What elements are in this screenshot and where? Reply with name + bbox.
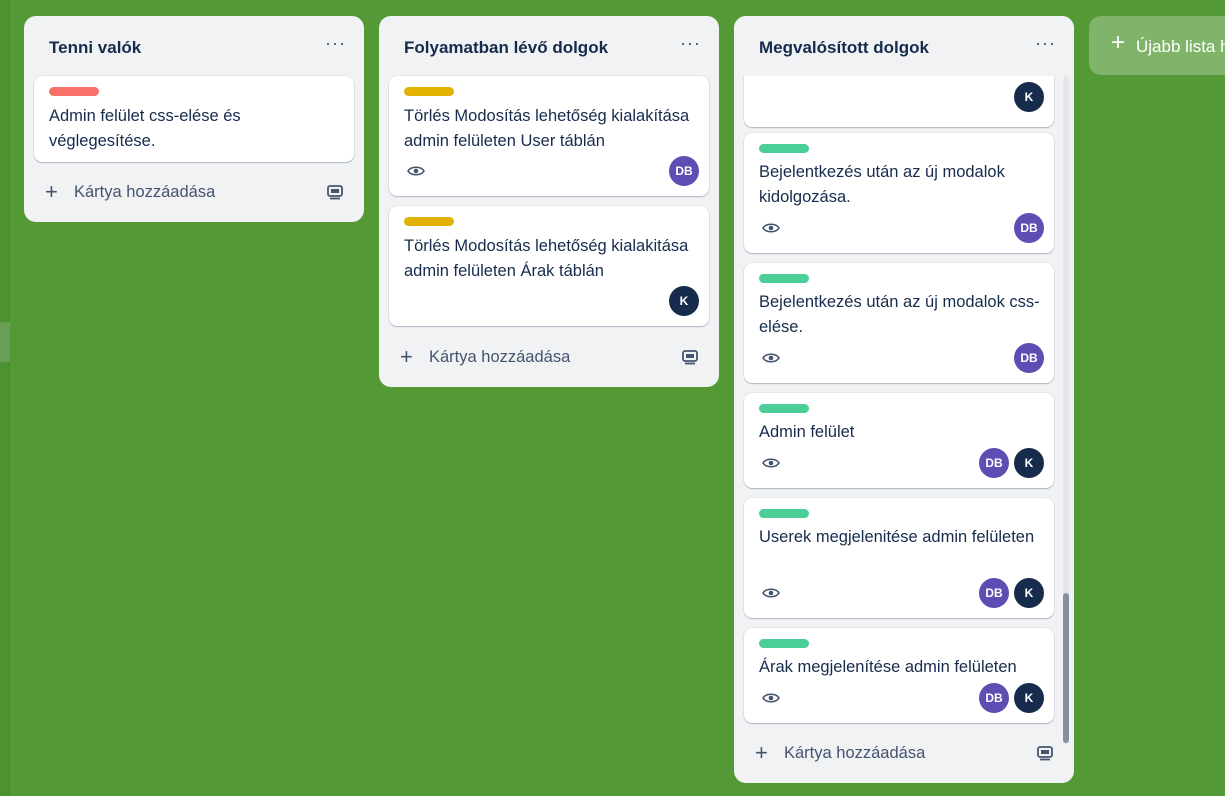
sidebar-handle[interactable] (0, 322, 10, 362)
divider (9, 0, 10, 796)
card-title: Bejelentkezés után az új modalok css-elé… (759, 293, 1040, 336)
avatar[interactable]: K (1014, 683, 1044, 713)
add-list-label: Újabb lista h (1136, 37, 1225, 56)
list-header[interactable]: Tenni valók ··· (24, 16, 364, 76)
board-left-edge (0, 0, 10, 796)
eye-icon (762, 588, 780, 598)
plus-icon: + (45, 179, 58, 204)
avatar[interactable]: K (669, 286, 699, 316)
card-template-icon[interactable] (326, 183, 344, 200)
avatar[interactable]: K (1014, 82, 1044, 112)
card[interactable]: Admin felület css-elése és véglegesítése… (34, 76, 354, 162)
plus-icon: + (1111, 29, 1126, 56)
plus-icon: + (755, 740, 768, 765)
avatar[interactable]: K (1014, 448, 1044, 478)
card-title: Árak megjelenítése admin felületen (759, 658, 1017, 676)
eye-icon (762, 353, 780, 363)
card[interactable]: Árak megjelenítése admin felületen DB K (744, 628, 1054, 723)
list-tenni-valok: Tenni valók ··· Admin felület css-elése … (24, 16, 364, 222)
card-title: Admin felület (759, 423, 855, 441)
plus-icon: + (400, 344, 413, 369)
eye-icon (762, 693, 780, 703)
list-megvalositott: Megvalósított dolgok ··· K Bejelentkezés… (734, 16, 1074, 783)
eye-icon (762, 223, 780, 233)
more-dots-icon[interactable]: ··· (325, 34, 346, 52)
card[interactable]: Törlés Modosítás lehetőség kialakítása a… (389, 76, 709, 196)
add-card-label: Kártya hozzáadása (74, 183, 216, 201)
card[interactable]: Admin felület DB K (744, 393, 1054, 488)
avatar[interactable]: DB (979, 578, 1009, 608)
add-card-button[interactable]: + Kártya hozzáadása (734, 737, 1074, 773)
card-label-yellow[interactable] (404, 87, 454, 96)
avatar[interactable]: DB (979, 448, 1009, 478)
list-header[interactable]: Megvalósított dolgok ··· (734, 16, 1074, 76)
card-label-green[interactable] (759, 274, 809, 283)
card-label-green[interactable] (759, 509, 809, 518)
card[interactable]: Törlés Modosítás lehetőség kialakitása a… (389, 206, 709, 326)
card[interactable]: Userek megjelenitése admin felületen DB … (744, 498, 1054, 618)
more-dots-icon[interactable]: ··· (1035, 34, 1056, 52)
card-label-green[interactable] (759, 404, 809, 413)
more-dots-icon[interactable]: ··· (680, 34, 701, 52)
card-label-green[interactable] (759, 639, 809, 648)
list-title[interactable]: Folyamatban lévő dolgok (404, 38, 608, 58)
list-header[interactable]: Folyamatban lévő dolgok ··· (379, 16, 719, 76)
add-card-button[interactable]: + Kártya hozzáadása (379, 341, 719, 377)
list-folyamatban: Folyamatban lévő dolgok ··· Törlés Modos… (379, 16, 719, 387)
list-title[interactable]: Megvalósított dolgok (759, 38, 929, 58)
add-card-label: Kártya hozzáadása (784, 744, 926, 762)
scrollbar-thumb[interactable] (1063, 593, 1069, 743)
card-title: Admin felület css-elése és véglegesítése… (49, 107, 241, 150)
add-card-button[interactable]: + Kártya hozzáadása (24, 176, 364, 212)
avatar[interactable]: DB (979, 683, 1009, 713)
avatar[interactable]: DB (669, 156, 699, 186)
card-title: Törlés Modosítás lehetőség kialakítása a… (404, 107, 690, 150)
card-label-red[interactable] (49, 87, 99, 96)
add-list-button[interactable]: + Újabb lista h (1089, 16, 1225, 75)
card-label-green[interactable] (759, 144, 809, 153)
card-label-yellow[interactable] (404, 217, 454, 226)
avatar[interactable]: K (1014, 578, 1044, 608)
card-title: Userek megjelenitése admin felületen (759, 528, 1035, 546)
eye-icon (407, 166, 425, 176)
add-card-label: Kártya hozzáadása (429, 348, 571, 366)
card[interactable]: Bejelentkezés után az új modalok kidolgo… (744, 133, 1054, 253)
card-title: Törlés Modosítás lehetőség kialakitása a… (404, 237, 689, 280)
card[interactable]: Bejelentkezés után az új modalok css-elé… (744, 263, 1054, 383)
eye-icon (762, 458, 780, 468)
card-title: Bejelentkezés után az új modalok kidolgo… (759, 163, 1005, 206)
card-template-icon[interactable] (1036, 744, 1054, 761)
avatar[interactable]: DB (1014, 343, 1044, 373)
avatar[interactable]: DB (1014, 213, 1044, 243)
list-title[interactable]: Tenni valók (49, 38, 141, 58)
card-template-icon[interactable] (681, 348, 699, 365)
